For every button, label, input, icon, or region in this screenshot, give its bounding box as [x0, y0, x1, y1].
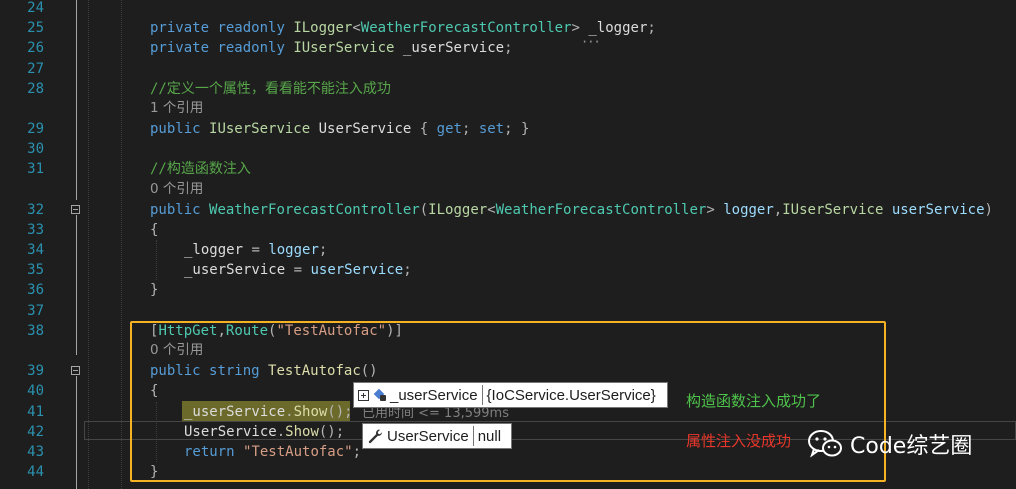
suggestion-dots: ···: [581, 35, 601, 49]
datatip-separator: [481, 385, 483, 405]
line-number: 44: [27, 464, 44, 480]
private-field-icon: [372, 388, 386, 401]
indent-guide: [156, 240, 157, 280]
datatip-name: _userService: [390, 386, 478, 404]
code-line-32: public WeatherForecastController(ILogger…: [150, 202, 993, 218]
watermark: Code综艺圈: [808, 428, 972, 460]
line-number: 38: [27, 323, 44, 339]
line-number: 29: [27, 121, 44, 137]
fold-rail: [76, 376, 77, 489]
indent-guide: [88, 0, 89, 489]
line-number: 42: [27, 424, 44, 440]
code-line-36: }: [150, 282, 159, 298]
fold-rail: [76, 215, 77, 355]
indent-guide: [121, 0, 122, 489]
expand-icon[interactable]: [358, 389, 369, 401]
line-number: 39: [27, 363, 44, 379]
annotation-success: 构造函数注入成功了: [686, 392, 822, 410]
datatip-userservice-field[interactable]: _userService {IoCService.UserService}: [353, 382, 668, 408]
line-number: 34: [27, 242, 44, 258]
line-number: 40: [27, 383, 44, 399]
datatip-name: UserService: [387, 427, 469, 445]
reference-count-lens[interactable]: 1 个引用: [150, 98, 203, 118]
line-number: 35: [27, 262, 44, 278]
code-comment: //定义一个属性，看看能不能注入成功: [150, 81, 391, 97]
annotation-fail: 属性注入没成功: [686, 432, 792, 450]
line-number: 26: [27, 40, 44, 56]
datatip-separator: [472, 426, 474, 446]
collapse-icon[interactable]: [71, 366, 80, 375]
line-number: 27: [27, 61, 44, 77]
watermark-text: Code综艺圈: [850, 434, 973, 459]
line-number: 32: [27, 202, 44, 218]
line-number: 41: [27, 404, 44, 420]
line-number: 37: [27, 303, 44, 319]
code-line-26: private readonly IUserService _userServi…: [150, 40, 513, 56]
fold-rail: [76, 0, 77, 200]
reference-count-lens[interactable]: 0 个引用: [150, 179, 203, 199]
datatip-userservice-property[interactable]: UserService null: [362, 423, 512, 449]
code-line-25: private readonly ILogger<WeatherForecast…: [150, 20, 656, 36]
wechat-icon: [808, 430, 842, 458]
code-line-35: _userService = userService;: [184, 262, 412, 278]
line-number: 31: [27, 161, 44, 177]
line-number: 33: [27, 222, 44, 238]
line-number: 28: [27, 81, 44, 97]
code-comment: //构造函数注入: [150, 161, 251, 177]
code-line-29: public IUserService UserService { get; s…: [150, 121, 530, 137]
code-editor[interactable]: 24 25 26 27 28 29 30 31 32 33 34 35 36 3…: [0, 0, 1016, 489]
line-number: 36: [27, 282, 44, 298]
wrench-icon: [368, 429, 383, 444]
collapse-icon[interactable]: [71, 205, 80, 214]
datatip-value[interactable]: null: [478, 428, 501, 445]
line-number: 30: [27, 141, 44, 157]
line-number: 25: [27, 20, 44, 36]
line-number: 24: [27, 0, 44, 16]
datatip-value[interactable]: {IoCService.UserService}: [487, 387, 656, 404]
line-number: 43: [27, 444, 44, 460]
code-line-33: {: [150, 222, 159, 238]
code-line-34: _logger = logger;: [184, 242, 328, 258]
